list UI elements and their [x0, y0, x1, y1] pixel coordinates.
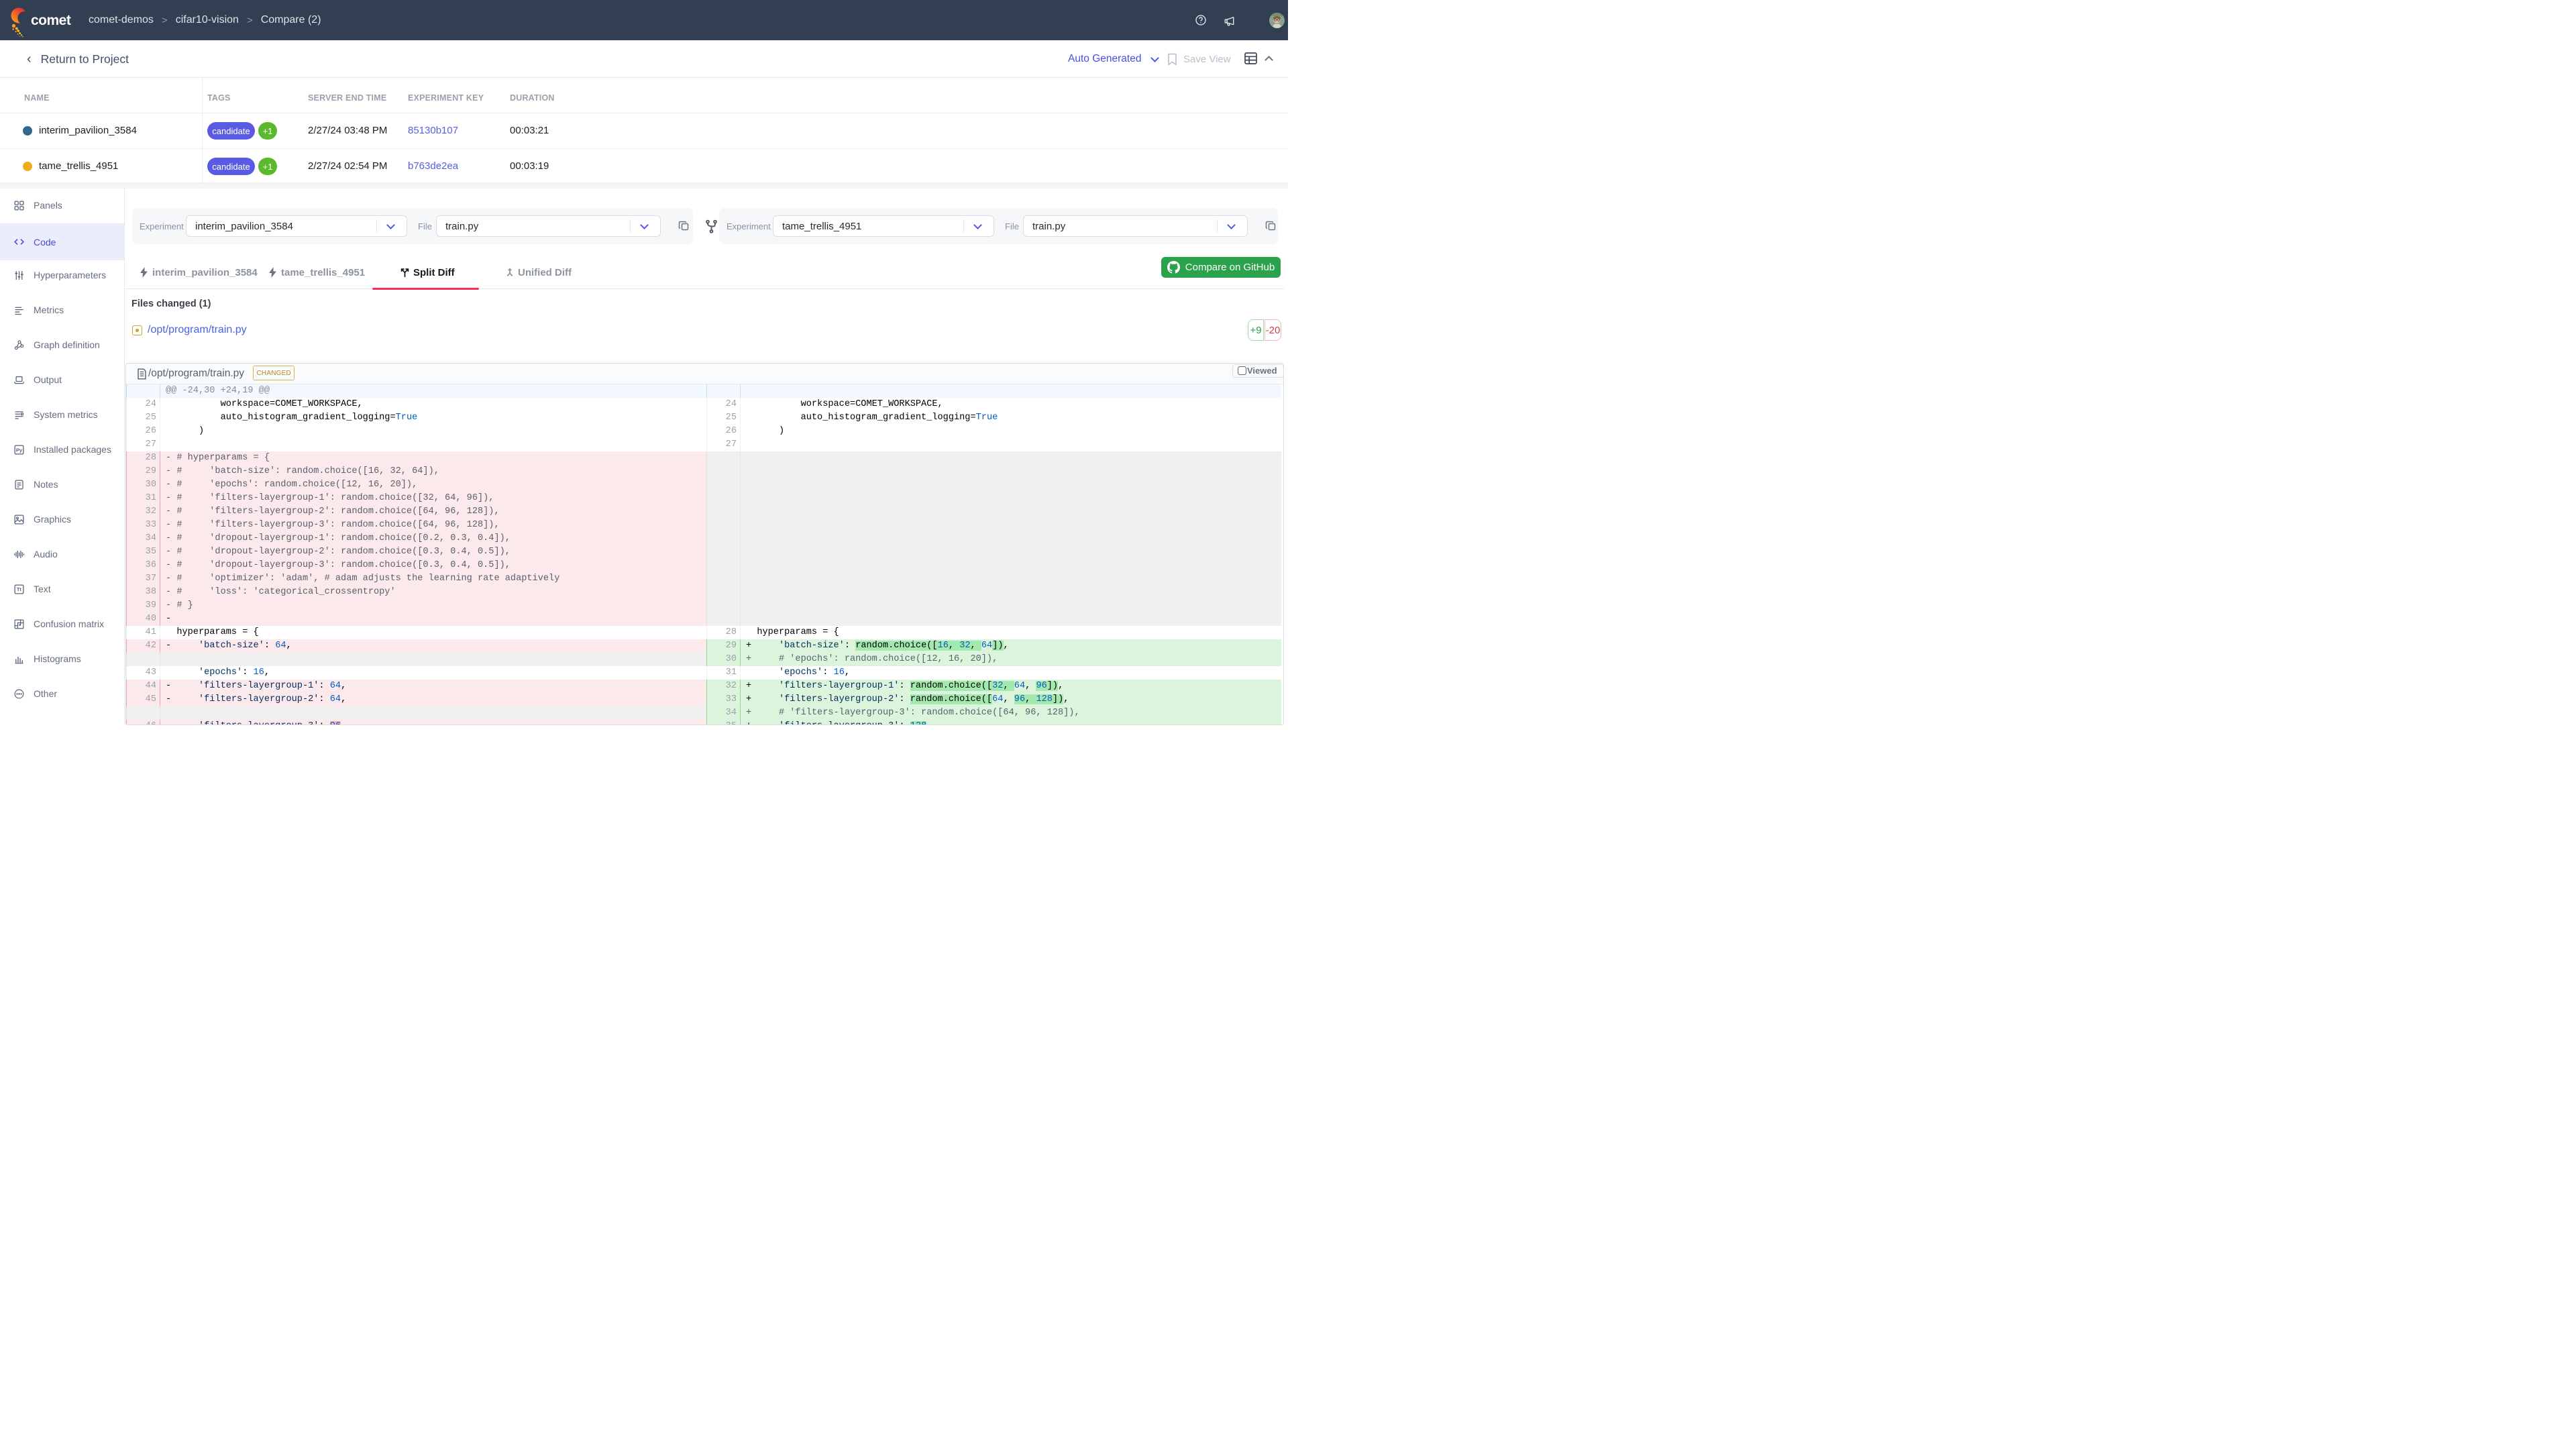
svg-text:Tt: Tt: [17, 586, 21, 592]
svg-text:Py: Py: [16, 447, 23, 453]
